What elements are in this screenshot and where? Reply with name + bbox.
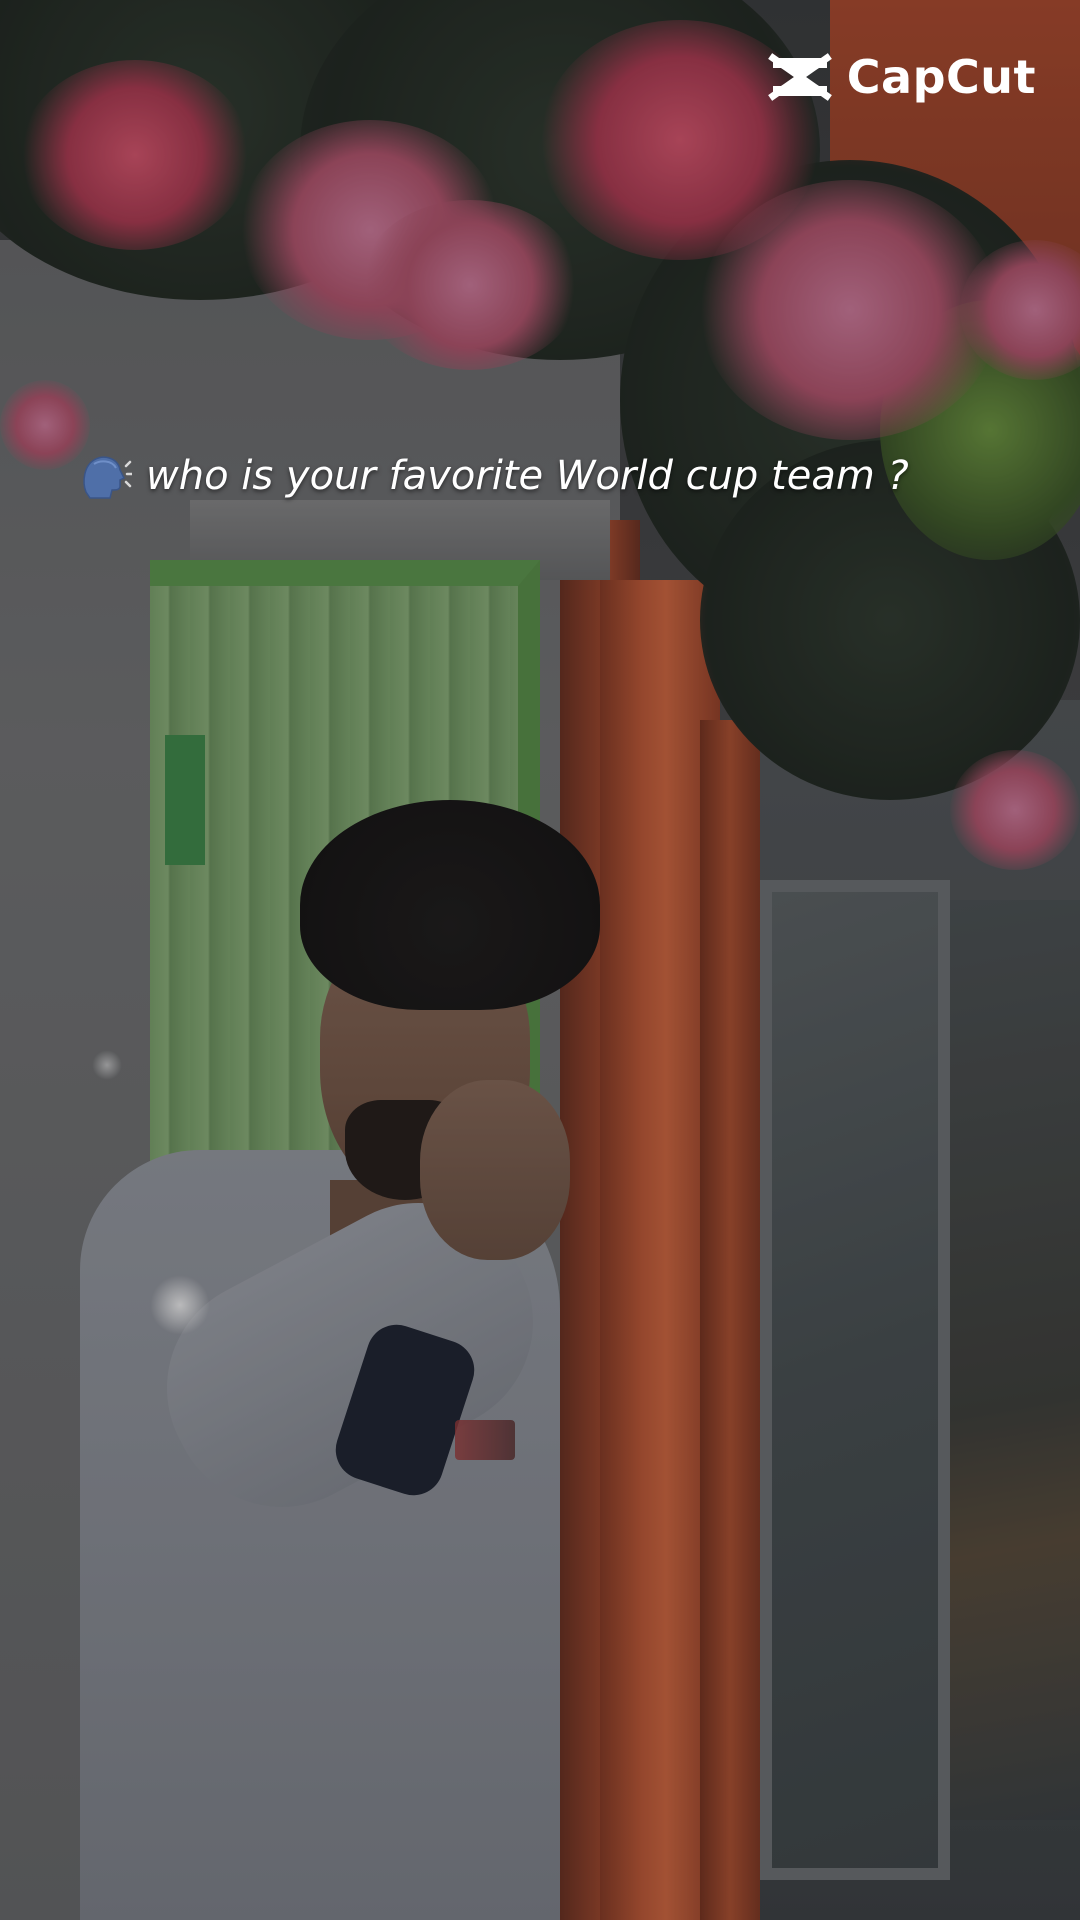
capcut-brand-text: CapCut xyxy=(846,50,1036,104)
dim-overlay xyxy=(0,0,1080,1920)
speaking-head-icon xyxy=(83,456,132,499)
capcut-watermark: CapCut xyxy=(767,50,1036,104)
caption-text: who is your favorite World cup team ? xyxy=(146,453,909,499)
capcut-logo-icon xyxy=(767,53,832,101)
caption: who is your favorite World cup team ? xyxy=(80,452,909,500)
video-frame: CapCut who is your favorite World cup te… xyxy=(0,0,1080,1920)
